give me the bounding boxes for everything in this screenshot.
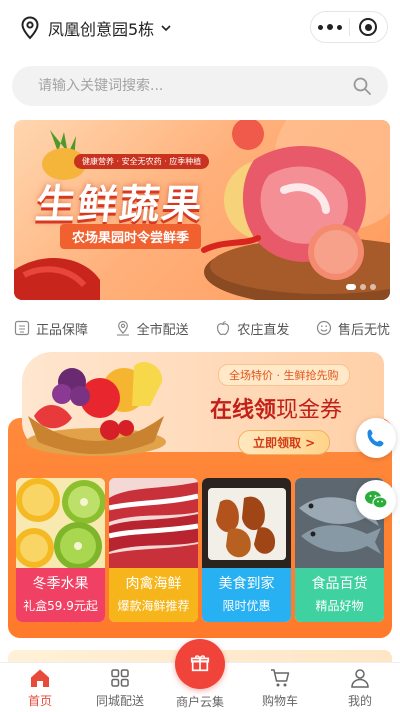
record-circle-icon[interactable] bbox=[349, 12, 387, 42]
tab-profile[interactable]: 我的 bbox=[320, 663, 400, 712]
search-input[interactable] bbox=[38, 66, 338, 106]
coupon-tag: 全场特价 · 生鲜抢先购 bbox=[218, 364, 350, 386]
category-footer: 冬季水果 礼盒59.9元起 bbox=[16, 568, 105, 622]
user-icon bbox=[351, 669, 369, 688]
feature-delivery: 全市配送 bbox=[115, 319, 189, 338]
smile-icon bbox=[316, 320, 332, 336]
tab-local-delivery[interactable]: 同城配送 bbox=[80, 663, 160, 712]
chevron-down-icon bbox=[161, 25, 171, 32]
claim-coupon-button[interactable]: 立即领取 > bbox=[238, 430, 331, 455]
banner-dot bbox=[370, 284, 376, 290]
tab-label: 我的 bbox=[347, 694, 372, 708]
category-meat-seafood[interactable]: 肉禽海鲜 爆款海鲜推荐 bbox=[109, 478, 198, 622]
phone-icon bbox=[367, 429, 384, 447]
gift-icon bbox=[190, 654, 210, 671]
tab-cart[interactable]: 购物车 bbox=[240, 663, 320, 712]
category-name: 食品百货 bbox=[311, 576, 368, 592]
tab-label: 购物车 bbox=[261, 694, 298, 708]
food-delivery-image bbox=[202, 478, 291, 568]
banner-pagination bbox=[342, 284, 376, 290]
tab-label: 首页 bbox=[27, 694, 52, 708]
promo-section: 全场特价 · 生鲜抢先购 在线领现金券 立即领取 > 冬季水果 礼盒59.9元起… bbox=[8, 346, 392, 640]
coupon-title-strong: 在线领 bbox=[210, 398, 277, 423]
tab-merchants[interactable]: 商户云集 bbox=[160, 639, 240, 712]
fruit-basket-image bbox=[26, 361, 166, 456]
banner-badge: 健康营养 · 安全无农药 · 应季种植 bbox=[74, 154, 210, 169]
more-dots-icon[interactable] bbox=[311, 12, 349, 42]
location-pin-icon bbox=[21, 16, 39, 40]
location-person-icon bbox=[116, 320, 129, 336]
category-footer: 美食到家 限时优惠 bbox=[202, 568, 291, 622]
home-icon bbox=[31, 669, 49, 687]
service-features: 正品保障 全市配送 农庄直发 售后无忧 bbox=[14, 316, 390, 340]
banner-title: 生鲜蔬果 bbox=[33, 182, 206, 228]
category-footer: 肉禽海鲜 爆款海鲜推荐 bbox=[109, 568, 198, 622]
category-winter-fruit[interactable]: 冬季水果 礼盒59.9元起 bbox=[16, 478, 105, 622]
category-subtitle: 爆款海鲜推荐 bbox=[117, 599, 190, 613]
top-bar: 凤凰创意园5栋 bbox=[0, 0, 400, 56]
bottom-tab-bar: 首页 同城配送 商户云集 购物车 我的 bbox=[0, 639, 400, 712]
category-subtitle: 精品好物 bbox=[315, 599, 364, 613]
winter-fruit-image bbox=[16, 478, 105, 568]
apple-icon bbox=[217, 320, 230, 336]
category-subtitle: 限时优惠 bbox=[222, 599, 271, 613]
cart-icon bbox=[271, 669, 290, 687]
tab-home[interactable]: 首页 bbox=[0, 663, 80, 712]
tab-label: 商户云集 bbox=[175, 695, 224, 709]
feature-label: 农庄直发 bbox=[237, 322, 290, 338]
miniprogram-capsule bbox=[310, 11, 388, 43]
location-selector[interactable]: 凤凰创意园5栋 bbox=[20, 14, 172, 42]
banner-dot bbox=[346, 284, 356, 290]
category-name: 冬季水果 bbox=[32, 576, 89, 592]
wechat-button[interactable] bbox=[356, 480, 396, 520]
category-footer: 食品百货 精品好物 bbox=[295, 568, 384, 622]
feature-label: 售后无忧 bbox=[337, 322, 390, 338]
search-bar bbox=[12, 66, 388, 106]
phone-button[interactable] bbox=[356, 418, 396, 458]
search-icon[interactable] bbox=[352, 76, 372, 96]
category-grid: 冬季水果 礼盒59.9元起 肉禽海鲜 爆款海鲜推荐 美食到家 限时优惠 食品百货… bbox=[16, 478, 384, 622]
wechat-icon bbox=[365, 491, 388, 509]
feature-label: 全市配送 bbox=[136, 322, 189, 338]
grid-icon bbox=[111, 669, 129, 687]
category-food-delivery[interactable]: 美食到家 限时优惠 bbox=[202, 478, 291, 622]
category-name: 美食到家 bbox=[218, 576, 275, 592]
coupon-title: 在线领现金券 bbox=[210, 392, 342, 424]
feature-after-sale: 售后无忧 bbox=[316, 319, 390, 338]
promo-banner[interactable]: 健康营养 · 安全无农药 · 应季种植 生鲜蔬果 农场果园时令尝鲜季 bbox=[14, 120, 390, 300]
meat-seafood-image bbox=[109, 478, 198, 568]
tab-label: 同城配送 bbox=[95, 694, 144, 708]
certificate-icon bbox=[14, 320, 30, 336]
location-label: 凤凰创意园5栋 bbox=[48, 20, 155, 39]
center-gift-button[interactable] bbox=[175, 639, 225, 689]
feature-genuine: 正品保障 bbox=[14, 319, 88, 338]
feature-label: 正品保障 bbox=[36, 322, 89, 338]
category-name: 肉禽海鲜 bbox=[125, 576, 182, 592]
coupon-title-light: 现金券 bbox=[276, 398, 343, 423]
feature-farm-direct: 农庄直发 bbox=[215, 319, 289, 338]
banner-subtitle: 农场果园时令尝鲜季 bbox=[60, 224, 202, 249]
banner-dot bbox=[360, 284, 366, 290]
category-subtitle: 礼盒59.9元起 bbox=[23, 599, 98, 613]
